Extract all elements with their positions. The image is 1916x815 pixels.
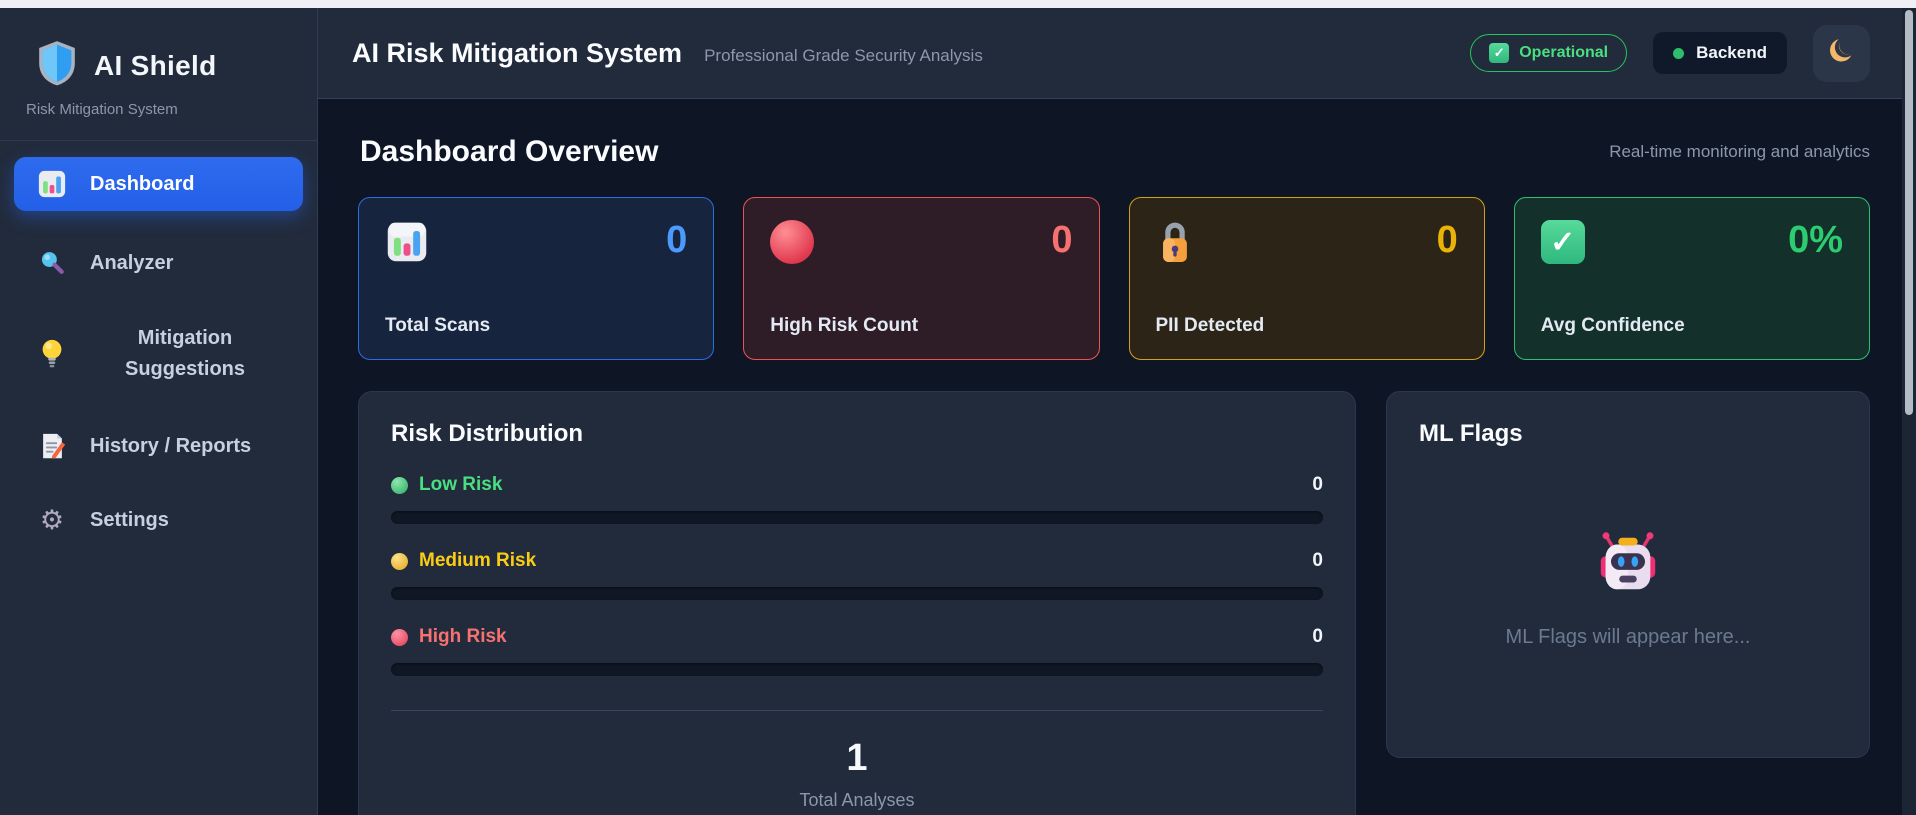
risk-distribution-panel: Risk Distribution Low Risk 0 Medium Risk… bbox=[358, 391, 1356, 815]
app-tagline: Risk Mitigation System bbox=[26, 101, 178, 118]
sidebar-item-label: Mitigation Suggestions bbox=[124, 327, 245, 380]
sidebar-divider bbox=[0, 140, 317, 141]
shield-icon bbox=[36, 40, 78, 91]
scrollbar-thumb[interactable] bbox=[1905, 10, 1913, 415]
stat-card-avg-confidence: ✓ 0% Avg Confidence bbox=[1513, 197, 1870, 360]
sidebar-item-label: Settings bbox=[90, 509, 169, 531]
backend-badge: Backend bbox=[1653, 32, 1787, 74]
check-icon: ✓ bbox=[1489, 43, 1510, 63]
progress-bar-medium bbox=[391, 587, 1323, 600]
risk-value: 0 bbox=[1312, 550, 1323, 571]
stat-value: 0 bbox=[1436, 219, 1458, 261]
check-icon: ✓ bbox=[1540, 220, 1585, 264]
app-header: AI Risk Mitigation System Professional G… bbox=[318, 8, 1916, 99]
sidebar-item-analyzer[interactable]: Analyzer bbox=[14, 237, 303, 289]
stat-label: Total Scans bbox=[385, 315, 491, 336]
stat-value: 0 bbox=[1051, 219, 1073, 261]
theme-toggle-button[interactable] bbox=[1813, 24, 1870, 82]
red-dot-icon bbox=[391, 628, 408, 646]
total-analyses-value: 1 bbox=[846, 737, 868, 779]
page-scrollbar[interactable] bbox=[1902, 8, 1916, 815]
stat-card-total-scans: 0 Total Scans bbox=[358, 197, 715, 360]
page-subtitle: Professional Grade Security Analysis bbox=[704, 46, 983, 65]
ml-flags-panel: ML Flags ML Flags will appear here... bbox=[1386, 391, 1870, 758]
sidebar-item-label: History / Reports bbox=[90, 434, 252, 457]
backend-badge-label: Backend bbox=[1696, 43, 1767, 62]
ml-flags-empty-text: ML Flags will appear here... bbox=[1505, 625, 1751, 648]
bar-chart-icon bbox=[385, 220, 429, 269]
sidebar-item-history-reports[interactable]: History / Reports bbox=[14, 419, 303, 473]
divider bbox=[391, 710, 1323, 711]
robot-icon bbox=[1593, 529, 1663, 604]
red-circle-icon bbox=[770, 220, 815, 264]
yellow-dot-icon bbox=[391, 552, 408, 570]
main-content: Dashboard Overview Real-time monitoring … bbox=[318, 99, 1916, 815]
stat-value: 0 bbox=[666, 219, 688, 261]
app-name: AI Shield bbox=[94, 49, 217, 81]
stat-label: Avg Confidence bbox=[1540, 315, 1685, 336]
section-title: Dashboard Overview bbox=[360, 135, 659, 168]
green-dot-icon bbox=[1673, 47, 1685, 59]
stat-label: PII Detected bbox=[1155, 315, 1265, 336]
risk-row-low: Low Risk 0 bbox=[391, 474, 1323, 524]
sidebar-item-settings[interactable]: ⚙ Settings bbox=[14, 495, 303, 546]
risk-value: 0 bbox=[1312, 474, 1323, 495]
risk-label: High Risk bbox=[419, 626, 507, 647]
stat-value: 0% bbox=[1788, 219, 1843, 261]
stat-label: High Risk Count bbox=[770, 315, 919, 336]
sidebar-item-label: Analyzer bbox=[90, 251, 174, 274]
top-strip bbox=[0, 0, 1916, 8]
panel-title: Risk Distribution bbox=[391, 420, 584, 447]
panel-title: ML Flags bbox=[1419, 420, 1523, 447]
magnifier-icon bbox=[36, 249, 68, 277]
risk-label: Low Risk bbox=[419, 474, 503, 495]
memo-icon bbox=[36, 431, 68, 461]
progress-bar-low bbox=[391, 511, 1323, 524]
stat-cards-row: 0 Total Scans 0 High Risk Count 0 PII De… bbox=[358, 197, 1870, 360]
green-dot-icon bbox=[391, 476, 408, 494]
section-subtitle: Real-time monitoring and analytics bbox=[1609, 142, 1870, 161]
sidebar: AI Shield Risk Mitigation System Dashboa… bbox=[0, 8, 318, 815]
status-badge-label: Operational bbox=[1519, 44, 1609, 61]
page-title: AI Risk Mitigation System bbox=[352, 37, 683, 68]
risk-label: Medium Risk bbox=[419, 550, 537, 571]
risk-row-high: High Risk 0 bbox=[391, 626, 1323, 676]
sidebar-item-dashboard[interactable]: Dashboard bbox=[14, 157, 303, 211]
status-badge-operational: ✓ Operational bbox=[1470, 34, 1628, 72]
sidebar-item-label: Dashboard bbox=[90, 172, 195, 195]
progress-bar-high bbox=[391, 663, 1323, 676]
total-analyses-label: Total Analyses bbox=[799, 790, 915, 810]
risk-row-medium: Medium Risk 0 bbox=[391, 550, 1323, 600]
sidebar-item-mitigation-suggestions[interactable]: Mitigation Suggestions bbox=[14, 311, 303, 397]
moon-icon bbox=[1827, 36, 1857, 71]
gear-icon: ⚙ bbox=[39, 505, 65, 535]
bulb-icon bbox=[36, 338, 68, 370]
lock-icon bbox=[1156, 220, 1194, 271]
stat-card-pii-detected: 0 PII Detected bbox=[1128, 197, 1485, 360]
bar-chart-icon bbox=[36, 169, 68, 199]
app-logo: AI Shield bbox=[14, 32, 303, 91]
stat-card-high-risk-count: 0 High Risk Count bbox=[743, 197, 1100, 360]
risk-value: 0 bbox=[1312, 626, 1323, 647]
